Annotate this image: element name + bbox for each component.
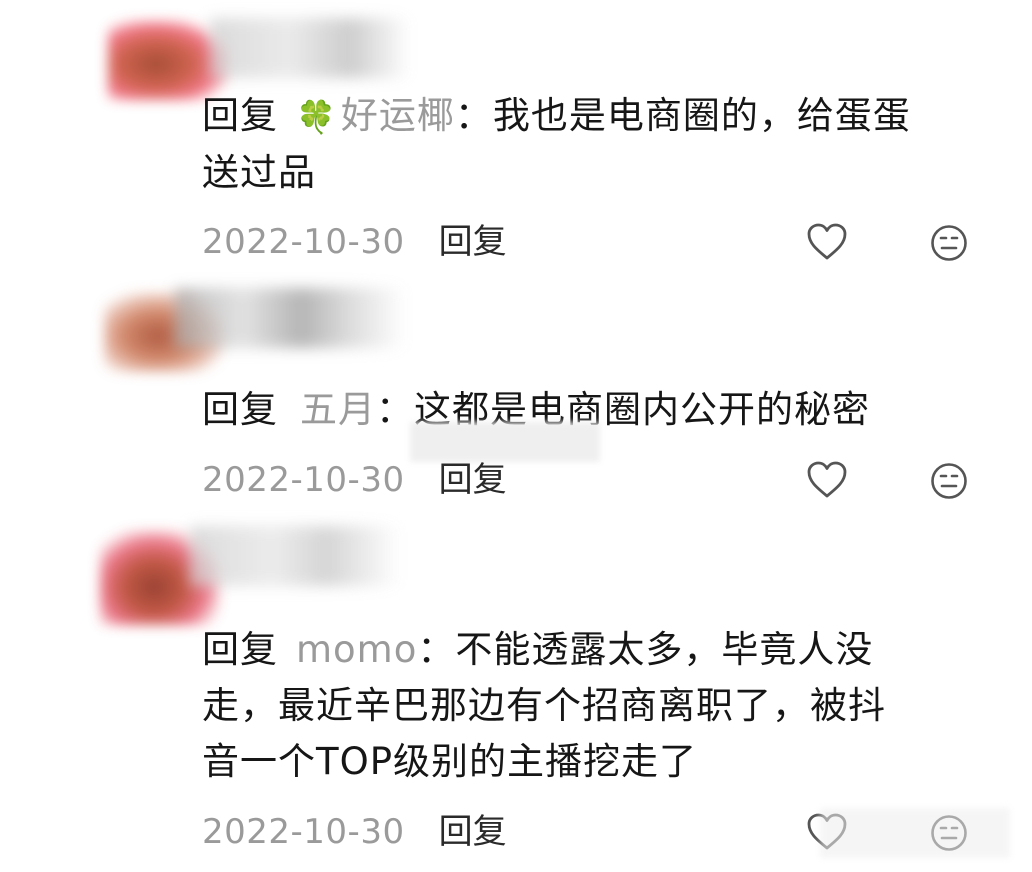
reply-button[interactable]: 回复 (439, 812, 507, 852)
comment-body-line: 走，最近辛巴那边有个招商离职了，被抖 (202, 684, 886, 727)
neutral-face-icon[interactable] (930, 224, 968, 262)
reply-button[interactable]: 回复 (439, 460, 507, 500)
comment-date: 2022-10-30 (202, 460, 405, 500)
comment-body-line: 音一个TOP级别的主播挖走了 (202, 740, 698, 783)
reply-keyword: 回复 (202, 94, 278, 137)
comment-text: 回复 🍀 好运椰：我也是电商圈的，给蛋蛋 送过品 (202, 88, 982, 201)
comment-text: 回复 momo：不能透露太多，毕竟人没 走，最近辛巴那边有个招商离职了，被抖 音一… (202, 622, 982, 790)
heart-icon[interactable] (806, 222, 848, 262)
reply-target-user[interactable]: 五月 (300, 388, 376, 431)
comment-meta: 2022-10-30 回复 (202, 460, 507, 500)
watermark-smudge (410, 422, 600, 462)
reply-keyword: 回复 (202, 628, 278, 671)
watermark-smudge (820, 808, 1010, 858)
comment-meta: 2022-10-30 回复 (202, 812, 507, 852)
username-blurred (190, 526, 400, 586)
comment-body-line: ：我也是电商圈的，给蛋蛋 (454, 94, 911, 137)
comment-body-line: ：不能透露太多，毕竟人没 (417, 628, 874, 671)
neutral-face-icon[interactable] (930, 462, 968, 500)
username-blurred (175, 288, 405, 348)
comment-body-line: 送过品 (202, 151, 316, 194)
reply-target-user[interactable]: 好运椰 (341, 94, 455, 137)
clover-emoji: 🍀 (296, 98, 337, 136)
heart-icon[interactable] (806, 460, 848, 500)
reply-keyword: 回复 (202, 388, 278, 431)
username-blurred (210, 18, 410, 78)
comment-meta: 2022-10-30 回复 (202, 222, 507, 262)
reply-button[interactable]: 回复 (439, 222, 507, 262)
reply-target-user[interactable]: momo (296, 628, 417, 671)
comment-date: 2022-10-30 (202, 222, 405, 262)
comment-date: 2022-10-30 (202, 812, 405, 852)
